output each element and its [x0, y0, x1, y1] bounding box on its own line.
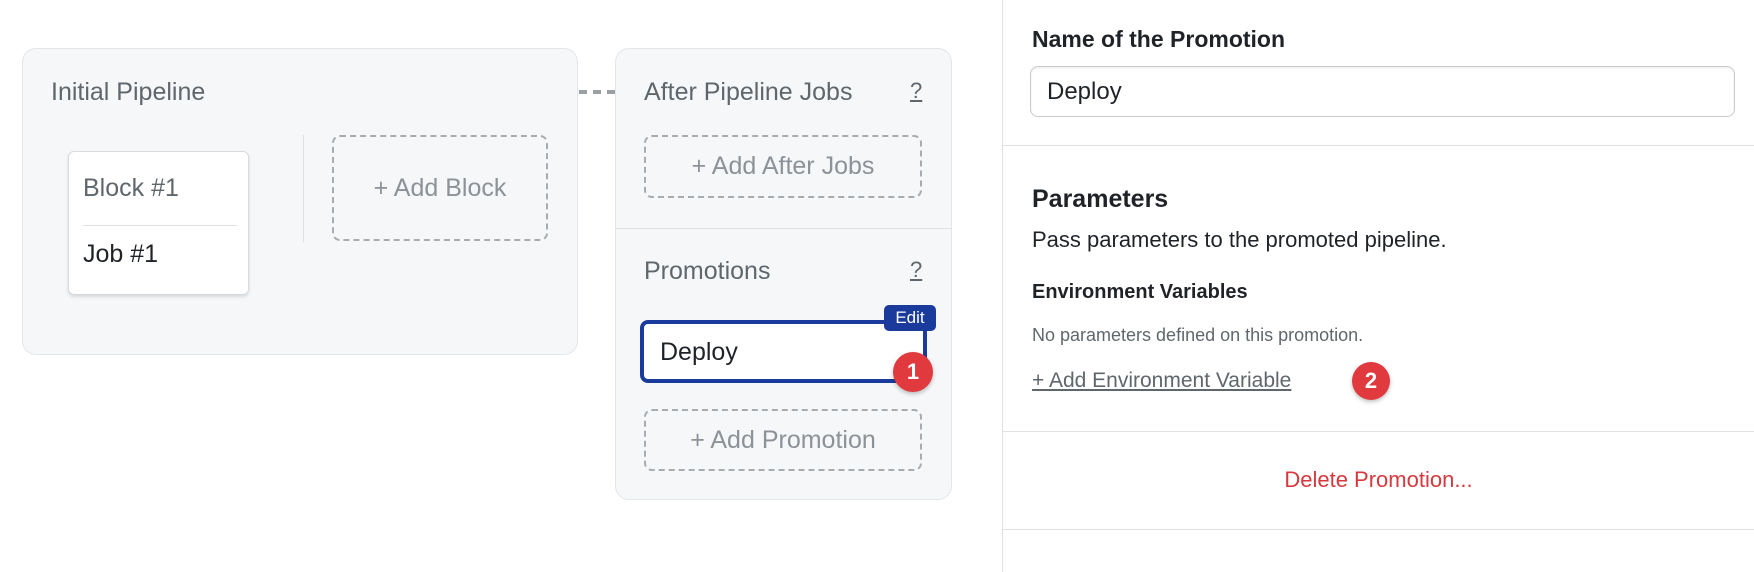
- pipeline-connector: [579, 90, 615, 94]
- sidebar-divider-2: [1003, 431, 1754, 432]
- sidebar-divider-1: [1003, 145, 1754, 146]
- env-vars-title: Environment Variables: [1032, 281, 1248, 303]
- parameters-title: Parameters: [1032, 185, 1169, 213]
- annotation-badge-2: 2: [1352, 362, 1390, 400]
- parameters-description: Pass parameters to the promoted pipeline…: [1032, 227, 1447, 252]
- add-promotion-button[interactable]: + Add Promotion: [644, 409, 922, 471]
- add-after-jobs-button[interactable]: + Add After Jobs: [644, 135, 922, 198]
- promotion-name: Deploy: [660, 338, 738, 366]
- promotion-name-label: Name of the Promotion: [1032, 26, 1286, 52]
- edit-badge[interactable]: Edit: [884, 305, 936, 331]
- after-pipeline-title: After Pipeline Jobs: [644, 78, 853, 106]
- after-pipeline-help-icon[interactable]: ?: [910, 78, 922, 104]
- annotation-badge-1: 1: [893, 352, 933, 392]
- delete-promotion-button[interactable]: Delete Promotion...: [1003, 467, 1754, 493]
- promotion-item-deploy[interactable]: Deploy: [640, 320, 927, 383]
- add-env-var-link[interactable]: + Add Environment Variable: [1032, 369, 1291, 393]
- section-divider: [616, 228, 951, 229]
- initial-pipeline-title: Initial Pipeline: [51, 78, 206, 106]
- promotions-title: Promotions: [644, 257, 771, 285]
- block-card[interactable]: Block #1 Job #1: [68, 151, 249, 295]
- env-vars-empty-text: No parameters defined on this promotion.: [1032, 325, 1364, 345]
- promotions-help-icon[interactable]: ?: [910, 257, 922, 283]
- job-item[interactable]: Job #1: [83, 240, 158, 269]
- sidebar-divider-3: [1003, 529, 1754, 530]
- add-block-button[interactable]: + Add Block: [332, 135, 548, 241]
- block-divider: [83, 225, 237, 226]
- promotion-name-input[interactable]: [1030, 66, 1735, 117]
- block-name: Block #1: [83, 174, 179, 202]
- block-column-divider: [303, 135, 304, 242]
